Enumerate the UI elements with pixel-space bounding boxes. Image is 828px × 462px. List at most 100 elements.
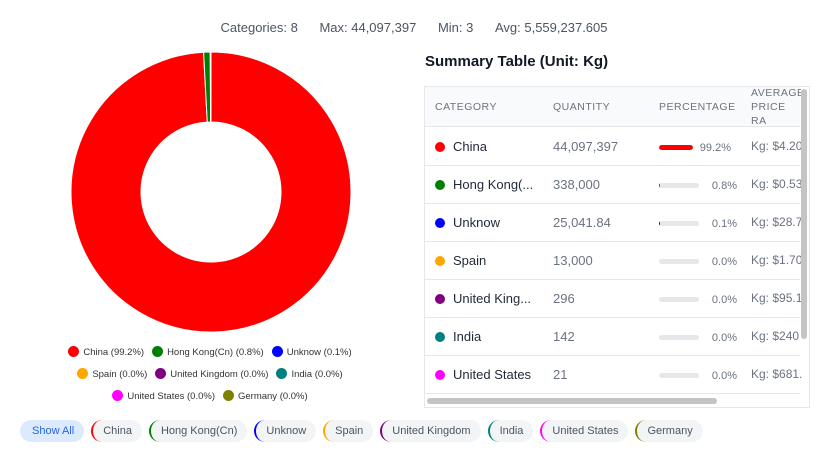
legend-item[interactable]: Unknow (0.1%) [271,342,352,364]
table-row[interactable]: United States 21 0.0% Kg: $681. [425,355,803,394]
category-cell: Spain [435,253,486,268]
quantity-cell: 21 [553,366,568,382]
chip-hong-kong-cn-[interactable]: Hong Kong(Cn) [148,420,248,442]
category-dot-icon [435,141,445,152]
stat-max: Max: 44,097,397 [319,20,417,35]
horizontal-scrollbar[interactable] [427,398,717,404]
table-row[interactable]: Hong Kong(... 338,000 0.8% Kg: $0.53 [425,165,802,204]
quantity-cell: 296 [553,290,575,306]
percentage-bar [659,372,699,378]
category-name: United States [453,366,532,382]
percentage-bar [659,220,699,226]
chip-united-states[interactable]: United States [540,420,629,442]
category-dot-icon [435,331,445,342]
legend-dot-icon [77,368,89,379]
stats-bar: Categories: 8 Max: 44,097,397 Min: 3 Avg… [0,20,828,35]
percentage-cell: 0.1% [659,215,737,230]
price-cell: Kg: $28.7 [751,215,803,229]
category-name: India [453,328,482,344]
category-name: Hong Kong(... [453,176,534,192]
table-header: CATEGORY QUANTITY PERCENTAGE AVERAGE PRI… [425,87,801,128]
chart-legend: China (99.2%) Hong Kong(Cn) (0.8%) Unknow … [40,342,380,408]
category-dot-icon [435,369,445,380]
legend-dot-icon [152,346,164,357]
filter-chips: Show All China Hong Kong(Cn) Unknow Spain Un… [20,420,703,442]
legend-item[interactable]: United Kingdom (0.0%) [155,364,268,386]
table-row[interactable]: India 142 0.0% Kg: $240 [425,317,800,356]
percentage-bar [659,144,693,150]
legend-label: Hong Kong(Cn) (0.8%) [167,347,264,358]
vertical-scrollbar[interactable] [801,89,807,339]
stat-categories: Categories: 8 [220,20,298,35]
legend-dot-icon [222,390,234,401]
percentage-cell: 0.0% [659,253,737,268]
percentage-value: 0.0% [711,255,737,268]
quantity-cell: 44,097,397 [553,138,619,154]
stat-min: Min: 3 [437,20,474,35]
header-category[interactable]: CATEGORY [435,101,497,113]
summary-table: CATEGORY QUANTITY PERCENTAGE AVERAGE PRI… [424,86,810,408]
category-name: Unknow [453,214,500,230]
category-cell: United King... [435,291,531,306]
percentage-cell: 0.0% [659,367,737,382]
chip-germany[interactable]: Germany [635,420,703,442]
legend-item[interactable]: Hong Kong(Cn) (0.8%) [152,342,264,364]
percentage-cell: 0.8% [659,177,737,192]
quantity-cell: 142 [553,328,575,344]
quantity-cell: 25,041.84 [553,214,611,230]
stat-avg: Avg: 5,559,237.605 [494,20,608,35]
percentage-value: 0.0% [711,369,737,382]
percentage-bar [659,258,699,264]
percentage-value: 0.0% [711,293,737,306]
table-row[interactable]: China 44,097,397 99.2% Kg: $4.20 [425,127,802,166]
category-name: China [453,138,487,154]
chip-india[interactable]: India [487,420,534,442]
legend-label: Unknow (0.1%) [286,347,352,358]
legend-label: India (0.0%) [291,369,343,380]
percentage-value: 0.8% [711,179,737,192]
table-row[interactable]: Spain 13,000 0.0% Kg: $1.70 [425,241,802,280]
legend-dot-icon [68,346,80,357]
price-cell: Kg: $240 [751,329,800,343]
legend-label: Spain (0.0%) [92,369,148,380]
legend-dot-icon [276,368,288,379]
chip-china[interactable]: China [91,420,142,442]
category-dot-icon [435,255,445,266]
category-name: Spain [453,252,487,268]
legend-item[interactable]: Spain (0.0%) [77,364,147,386]
legend-item[interactable]: India (0.0%) [276,364,343,386]
percentage-value: 99.2% [699,141,731,154]
chip-show-all[interactable]: Show All [20,420,85,442]
category-name: United King... [453,290,532,306]
legend-label: United Kingdom (0.0%) [170,369,269,380]
price-cell: Kg: $95.1 [751,291,803,305]
category-dot-icon [435,179,445,190]
legend-label: Germany (0.0%) [237,391,308,402]
category-cell: Unknow [435,215,500,230]
quantity-cell: 338,000 [553,176,600,192]
percentage-cell: 0.0% [659,291,737,306]
category-dot-icon [435,293,445,304]
table-row[interactable]: Unknow 25,041.84 0.1% Kg: $28.7 [425,203,803,242]
percentage-value: 0.1% [711,217,737,230]
price-cell: Kg: $681. [751,367,803,381]
percentage-cell: 99.2% [659,139,731,154]
header-price[interactable]: AVERAGE PRICE RA [751,87,801,128]
category-cell: China [435,139,487,154]
percentage-cell: 0.0% [659,329,737,344]
header-quantity[interactable]: QUANTITY [553,101,610,113]
category-cell: India [435,329,481,344]
percentage-value: 0.0% [711,331,737,344]
legend-item[interactable]: United States (0.0%) [112,386,215,408]
table-row[interactable]: United King... 296 0.0% Kg: $95.1 [425,279,803,318]
category-cell: Hong Kong(... [435,177,533,192]
table-title: Summary Table (Unit: Kg) [425,53,609,70]
legend-item[interactable]: Germany (0.0%) [222,386,308,408]
chip-united-kingdom[interactable]: United Kingdom [380,420,481,442]
donut-chart [70,51,352,333]
legend-item[interactable]: China (99.2%) [68,342,144,364]
chip-unknow[interactable]: Unknow [254,420,317,442]
header-percentage[interactable]: PERCENTAGE [659,101,736,113]
chip-spain[interactable]: Spain [323,420,374,442]
legend-label: United States (0.0%) [127,391,215,402]
